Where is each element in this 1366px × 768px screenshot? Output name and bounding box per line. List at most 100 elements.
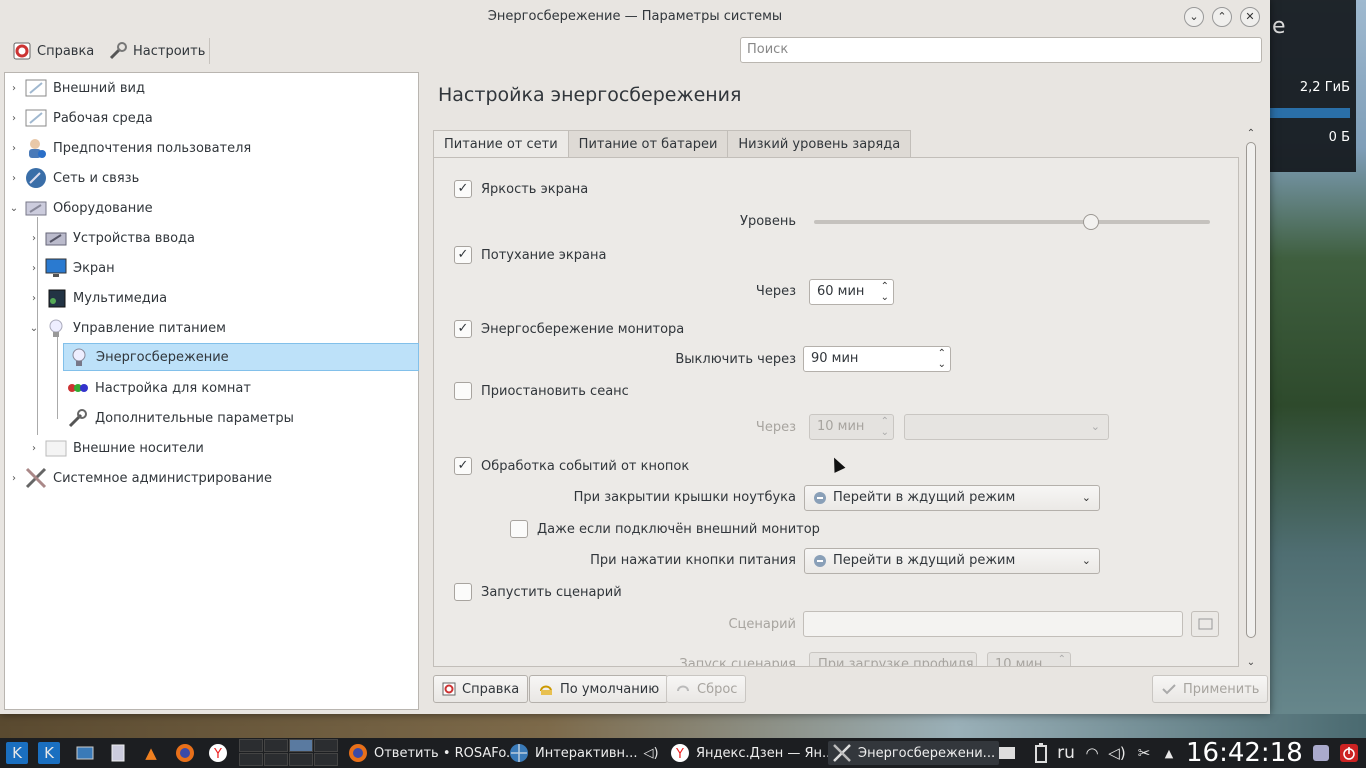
tree-item-display[interactable]: › Экран	[27, 254, 417, 282]
battery-icon[interactable]	[1030, 742, 1052, 764]
reset-button[interactable]: Сброс	[666, 675, 747, 703]
desktop-icon[interactable]	[74, 742, 96, 764]
task-browser[interactable]: Интерактивн...	[509, 741, 637, 765]
tab-battery[interactable]: Питание от батареи	[567, 130, 729, 158]
scrollbar-thumb[interactable]	[1246, 142, 1256, 638]
lid-action-combobox[interactable]: Перейти в ждущий режим ⌄	[804, 485, 1100, 511]
external-monitor-checkbox[interactable]: Даже если подключён внешний монитор	[510, 520, 820, 538]
power-icon[interactable]	[1338, 742, 1360, 764]
tree-item-user-preferences[interactable]: › Предпочтения пользователя	[7, 134, 417, 162]
task-firefox[interactable]: Ответить • ROSAFo...	[348, 741, 518, 765]
script-path-input[interactable]	[803, 611, 1183, 637]
expand-icon[interactable]: ›	[27, 293, 41, 304]
checkbox-box[interactable]: ✓	[454, 246, 472, 264]
checkbox-box[interactable]	[454, 583, 472, 601]
tab-low-battery[interactable]: Низкий уровень заряда	[727, 130, 912, 158]
collapse-icon[interactable]: ⌄	[7, 203, 21, 214]
dim-screen-checkbox[interactable]: ✓ Потухание экрана	[454, 246, 606, 264]
search-input[interactable]: Поиск	[740, 37, 1262, 63]
tree-item-appearance[interactable]: › Внешний вид	[7, 74, 417, 102]
kde-icon[interactable]: K	[38, 742, 60, 764]
configure-button[interactable]: Настроить	[104, 38, 209, 64]
dpms-timeout-spinbox[interactable]: 90 мин ⌃ ⌄	[803, 346, 951, 372]
defaults-button[interactable]: По умолчанию	[529, 675, 669, 703]
collapse-icon[interactable]: ⌄	[27, 323, 41, 334]
checkbox-box[interactable]: ✓	[454, 457, 472, 475]
tree-item-removable-devices[interactable]: › Внешние носители	[27, 434, 417, 462]
suspend-mode-combobox[interactable]: ⌄	[904, 414, 1109, 440]
keyboard-layout-indicator[interactable]: ru	[1055, 742, 1077, 764]
checkbox-box[interactable]	[510, 520, 528, 538]
power-button-action-combobox[interactable]: Перейти в ждущий режим ⌄	[804, 548, 1100, 574]
tree-item-energy-saving[interactable]: Энергосбережение	[63, 343, 419, 371]
virtual-desktop-4[interactable]	[314, 739, 338, 752]
expand-icon[interactable]: ›	[7, 473, 21, 484]
tree-item-system-administration[interactable]: › Системное администрирование	[7, 464, 417, 492]
spin-arrows-icon[interactable]: ⌃⌄	[881, 416, 889, 438]
brightness-checkbox[interactable]: ✓ Яркость экрана	[454, 180, 588, 198]
virtual-desktop-1[interactable]	[239, 739, 263, 752]
virtual-desktop-3[interactable]	[289, 739, 313, 752]
button-events-checkbox[interactable]: ✓ Обработка событий от кнопок	[454, 457, 689, 475]
spin-arrows-icon[interactable]: ⌃⌄	[881, 281, 889, 303]
expand-icon[interactable]: ›	[7, 173, 21, 184]
expand-icon[interactable]: ›	[7, 83, 21, 94]
tree-item-input-devices[interactable]: › Устройства ввода	[27, 224, 417, 252]
checkbox-box[interactable]	[454, 382, 472, 400]
virtual-desktop-2[interactable]	[264, 739, 288, 752]
script-run-spinbox[interactable]: 10 мин ⌃⌄	[987, 652, 1071, 666]
tree-item-workspace[interactable]: › Рабочая среда	[7, 104, 417, 132]
scroll-up-icon[interactable]: ⌃	[1244, 128, 1258, 139]
tree-item-multimedia[interactable]: › Мультимедиа	[27, 284, 417, 312]
scissors-icon[interactable]: ✂	[1133, 742, 1155, 764]
clock[interactable]: 16:42:18	[1186, 738, 1303, 768]
tree-item-power-management[interactable]: ⌄ Управление питанием	[27, 314, 417, 342]
content-scrollbar[interactable]: ⌃ ⌄	[1244, 128, 1258, 668]
close-button[interactable]: ✕	[1240, 7, 1260, 27]
checkbox-box[interactable]: ✓	[454, 180, 472, 198]
yandex-browser-icon[interactable]: Y	[207, 742, 229, 764]
script-run-combobox[interactable]: При загрузке профиля ⌄	[809, 652, 977, 666]
help-menu-button[interactable]: Справка	[8, 38, 98, 64]
application-launcher-icon[interactable]: K	[6, 742, 28, 764]
spin-arrows-icon[interactable]: ⌃⌄	[938, 348, 946, 370]
checkbox-box[interactable]: ✓	[454, 320, 472, 338]
wifi-icon[interactable]: ◠	[1081, 742, 1103, 764]
help-button[interactable]: Справка	[433, 675, 529, 703]
expand-icon[interactable]: ›	[27, 443, 41, 454]
expand-icon[interactable]: ›	[7, 113, 21, 124]
browse-script-button[interactable]	[1191, 611, 1219, 637]
tree-item-activity-settings[interactable]: Настройка для комнат	[63, 374, 417, 402]
virtual-desktop-8[interactable]	[314, 753, 338, 766]
scroll-down-icon[interactable]: ⌄	[1244, 657, 1258, 668]
suspend-timeout-spinbox[interactable]: 10 мин ⌃ ⌄	[809, 414, 894, 440]
speaker-icon[interactable]: ◁)	[640, 742, 662, 764]
tab-ac-power[interactable]: Питание от сети	[433, 130, 569, 159]
vlc-icon[interactable]: ▲	[140, 742, 162, 764]
files-icon[interactable]	[107, 742, 129, 764]
spin-arrows-icon[interactable]: ⌃⌄	[1058, 654, 1066, 666]
lock-screen-icon[interactable]	[1310, 742, 1332, 764]
virtual-desktop-7[interactable]	[289, 753, 313, 766]
tree-item-advanced-settings[interactable]: Дополнительные параметры	[63, 404, 417, 432]
dpms-checkbox[interactable]: ✓ Энергосбережение монитора	[454, 320, 684, 338]
task-yandex[interactable]: Y Яндекс.Дзен — Ян...	[670, 741, 834, 765]
expand-icon[interactable]: ›	[27, 233, 41, 244]
dim-timeout-spinbox[interactable]: 60 мин ⌃ ⌄	[809, 279, 894, 305]
minimize-button[interactable]: ⌄	[1184, 7, 1204, 27]
tree-item-network[interactable]: › Сеть и связь	[7, 164, 417, 192]
virtual-desktop-5[interactable]	[239, 753, 263, 766]
task-system-settings[interactable]: Энергосбережени...	[828, 741, 1000, 765]
virtual-desktop-6[interactable]	[264, 753, 288, 766]
tree-item-hardware[interactable]: ⌄ Оборудование	[7, 194, 417, 222]
volume-icon[interactable]: ◁)	[1106, 742, 1128, 764]
clipboard-icon[interactable]	[996, 742, 1018, 764]
apply-button[interactable]: Применить	[1152, 675, 1269, 703]
maximize-button[interactable]: ⌃	[1212, 7, 1232, 27]
show-hidden-icons[interactable]: ▲	[1158, 742, 1180, 764]
firefox-icon[interactable]	[174, 742, 196, 764]
expand-icon[interactable]: ›	[7, 143, 21, 154]
brightness-slider-track[interactable]	[814, 220, 1210, 224]
suspend-session-checkbox[interactable]: Приостановить сеанс	[454, 382, 629, 400]
expand-icon[interactable]: ›	[27, 263, 41, 274]
